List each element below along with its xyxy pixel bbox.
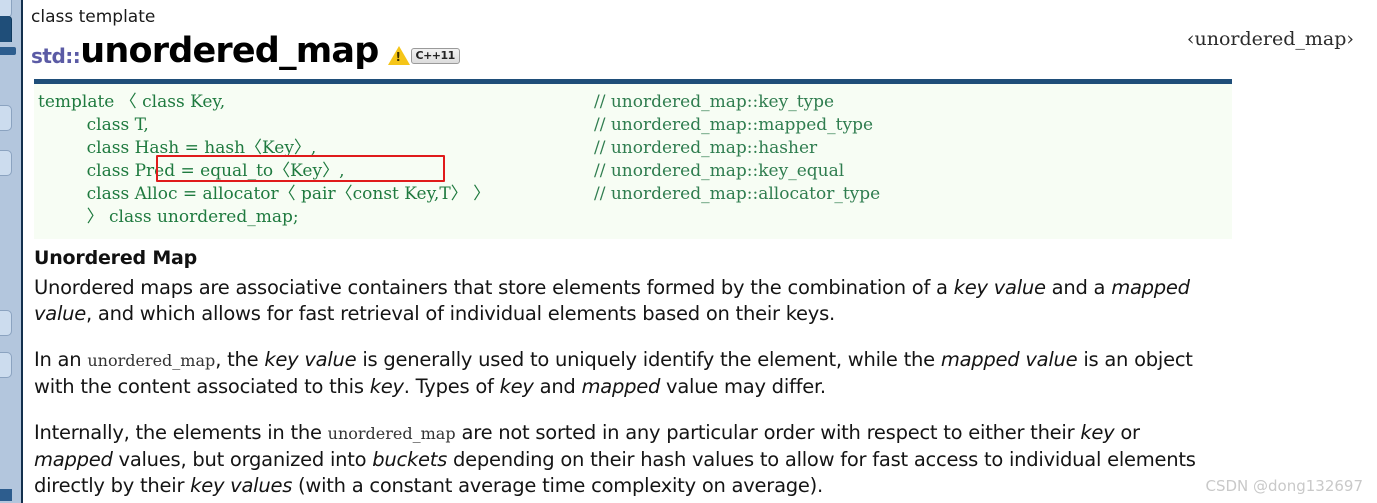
- reference-content: class template std:: unordered_map C++11…: [28, 0, 1368, 503]
- code-line: class Hash = hash〈Key〉, // unordered_map:…: [34, 137, 1232, 160]
- code-line: template 〈 class Key, // unordered_map::k…: [34, 91, 1232, 114]
- text-run: value may differ.: [660, 375, 826, 398]
- code-comment: // unordered_map::allocator_type: [594, 184, 881, 204]
- title-badges: C++11: [387, 46, 460, 69]
- text-run: In an: [34, 348, 88, 371]
- emphasis-text: mapped: [34, 448, 113, 471]
- code-lines: template 〈 class Key,// unordered_map::k…: [34, 91, 1232, 229]
- emphasis-text: key value: [264, 348, 357, 371]
- text-run: or: [1114, 421, 1140, 444]
- emphasis-text: key values: [190, 474, 293, 497]
- paragraph: In an unordered_map, the key value is ge…: [34, 347, 1209, 400]
- active-tab-stub[interactable]: [0, 16, 12, 42]
- text-run: , and which allows for fast retrieval of…: [86, 302, 835, 325]
- paragraph: Unordered maps are associative container…: [34, 275, 1209, 327]
- inline-code: unordered_map: [87, 351, 216, 370]
- code-line: class Alloc = allocator〈 pair〈const Key,…: [34, 183, 1232, 206]
- text-run: and: [533, 375, 582, 398]
- emphasis-text: mapped value: [940, 348, 1078, 371]
- page-frame: class template std:: unordered_map C++11…: [21, 0, 1377, 503]
- code-declaration: class Pred = equal_to〈Key〉,: [38, 161, 345, 181]
- emphasis-text: mapped: [581, 375, 661, 398]
- declaration-code-block: template 〈 class Key,// unordered_map::k…: [34, 79, 1232, 239]
- page-title: std:: unordered_map C++11: [31, 29, 1368, 69]
- page-kicker: class template: [31, 7, 156, 27]
- text-run: Unordered maps are associative container…: [34, 276, 954, 299]
- namespace-prefix: std::: [31, 44, 81, 68]
- text-run: and a: [1045, 276, 1112, 299]
- section-title: Unordered Map: [34, 247, 198, 269]
- code-declaration: 〉 class unordered_map;: [38, 207, 299, 227]
- status-bar-stub: [0, 489, 12, 501]
- warning-triangle-icon: [387, 46, 410, 65]
- text-run: Internally, the elements in the: [34, 421, 328, 444]
- browser-chrome-strip: [0, 0, 21, 503]
- code-declaration: template 〈 class Key,: [38, 92, 226, 112]
- emphasis-text: key value: [953, 276, 1046, 299]
- description-section: Unordered Map Unordered maps are associa…: [34, 247, 1209, 499]
- emphasis-text: key: [1080, 421, 1115, 444]
- emphasis-text: key: [369, 375, 404, 398]
- code-comment: // unordered_map::key_equal: [594, 161, 845, 181]
- code-comment: // unordered_map::mapped_type: [594, 115, 874, 135]
- code-declaration: class T,: [38, 115, 149, 135]
- bookmark-stub-4[interactable]: [0, 352, 12, 378]
- include-header-label: ‹unordered_map›: [1186, 28, 1354, 50]
- emphasis-text: key: [499, 375, 534, 398]
- text-run: (with a constant average time complexity…: [292, 474, 823, 497]
- title-text: unordered_map: [80, 31, 379, 71]
- text-run: values, but organized into: [112, 448, 373, 471]
- text-run: . Types of: [403, 375, 500, 398]
- cpp-standard-badge: C++11: [410, 47, 460, 64]
- watermark: CSDN @dong132697: [1205, 477, 1363, 495]
- bookmark-stub-1[interactable]: [0, 105, 12, 131]
- code-declaration: class Alloc = allocator〈 pair〈const Key,…: [38, 184, 491, 204]
- text-run: is generally used to uniquely identify t…: [356, 348, 941, 371]
- text-run: are not sorted in any particular order w…: [455, 421, 1081, 444]
- code-line: 〉 class unordered_map;: [34, 206, 1232, 229]
- paragraph-list: Unordered maps are associative container…: [34, 275, 1209, 499]
- paragraph: Internally, the elements in the unordere…: [34, 420, 1209, 499]
- code-comment: // unordered_map::hasher: [594, 138, 818, 158]
- code-declaration: class Hash = hash〈Key〉,: [38, 138, 317, 158]
- text-run: , the: [215, 348, 265, 371]
- code-line: class T, // unordered_map::mapped_type: [34, 114, 1232, 137]
- code-line: class Pred = equal_to〈Key〉, // unordered_…: [34, 160, 1232, 183]
- code-comment: // unordered_map::key_type: [594, 92, 835, 112]
- emphasis-text: buckets: [372, 448, 448, 471]
- bookmark-stub-2[interactable]: [0, 150, 12, 176]
- inline-code: unordered_map: [327, 424, 456, 443]
- page-header: class template std:: unordered_map C++11…: [28, 0, 1368, 69]
- bookmark-stub-3[interactable]: [0, 310, 12, 336]
- address-bar-stub[interactable]: [0, 47, 16, 55]
